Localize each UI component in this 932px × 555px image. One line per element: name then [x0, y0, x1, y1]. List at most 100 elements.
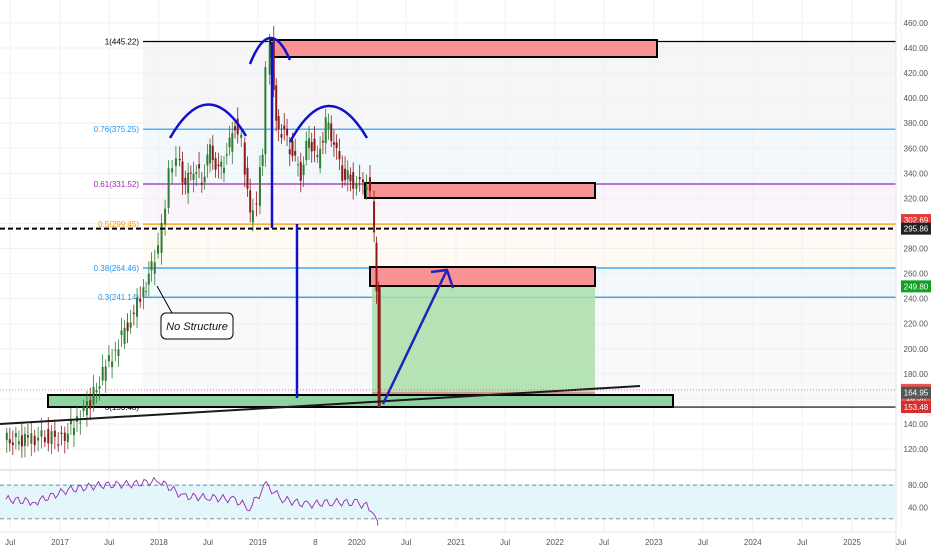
candle-body [66, 433, 69, 443]
fib-zone-lower [143, 221, 896, 268]
x-tick-label: Jul [896, 538, 906, 547]
candle-body [40, 430, 43, 437]
candle-body [310, 141, 313, 152]
candle-body [358, 177, 361, 180]
candle-body [222, 167, 225, 174]
candle-body [123, 327, 126, 344]
fib-level-label: 0.61(331.52) [94, 180, 140, 189]
candle-body [355, 183, 358, 189]
crash-candle [377, 286, 381, 408]
x-tick-label: 8 [313, 538, 318, 547]
candle-body [286, 128, 289, 136]
candle-body [142, 287, 145, 298]
y-tick-label: 320.00 [904, 194, 929, 203]
x-tick-label: Jul [401, 538, 411, 547]
candle-body [368, 177, 371, 192]
candle-body [234, 126, 237, 131]
y-tick-label: 220.00 [904, 320, 929, 329]
fib-zone-upper [143, 129, 896, 183]
y-tick-label: 200.00 [904, 345, 929, 354]
candle-body [283, 125, 286, 130]
x-tick-label: 2018 [150, 538, 168, 547]
candle-body [20, 435, 23, 447]
candle-body [43, 437, 46, 443]
candle-body [174, 158, 177, 166]
candle-body [375, 242, 378, 292]
candle-body [37, 437, 40, 441]
candle-body [72, 428, 75, 436]
candle-body [299, 161, 302, 181]
candle-body [288, 149, 291, 155]
candle-body [203, 176, 206, 183]
rsi-tick-label: 80.00 [908, 481, 929, 490]
candle-body [160, 222, 163, 253]
candle-body [277, 116, 280, 129]
candle-body [294, 151, 297, 156]
candle-body [53, 430, 56, 437]
y-tick-label: 340.00 [904, 169, 929, 178]
candle-body [341, 165, 344, 181]
candle-body [349, 174, 352, 182]
candle-body [136, 297, 139, 317]
candle-body [5, 432, 8, 441]
price-tag-label: 164.95 [904, 389, 929, 398]
candle-body [187, 172, 190, 194]
candle-body [255, 203, 258, 205]
candle-body [111, 361, 114, 368]
candle-body [264, 67, 267, 155]
candle-body [321, 140, 324, 143]
candle-body [335, 142, 338, 148]
candle-body [319, 148, 322, 169]
x-tick-label: Jul [797, 538, 807, 547]
price-tag-label: 153.48 [904, 403, 929, 412]
demand-zone [47, 394, 674, 408]
y-tick-label: 360.00 [904, 144, 929, 153]
candle-body [327, 122, 330, 129]
candle-body [308, 138, 311, 148]
candle-body [231, 132, 234, 152]
x-tick-label: 2025 [843, 538, 861, 547]
candle-body [178, 158, 181, 161]
candle-body [147, 273, 150, 285]
price-tag-label: 249.80 [904, 282, 929, 291]
x-tick-label: Jul [104, 538, 114, 547]
y-tick-label: 260.00 [904, 270, 929, 279]
candle-body [104, 366, 107, 381]
candle-body [157, 245, 160, 254]
candle-body [184, 177, 187, 185]
candle-body [30, 433, 33, 444]
candle-body [344, 168, 347, 180]
supply-zone-low [369, 266, 596, 287]
fib-level-label: 0.76(375.25) [94, 125, 140, 134]
y-tick-label: 400.00 [904, 94, 929, 103]
x-tick-label: 2017 [51, 538, 69, 547]
candle-body [167, 168, 170, 208]
candle-body [240, 134, 243, 139]
candle-body [332, 142, 335, 145]
candle-body [211, 145, 214, 161]
candle-body [346, 170, 349, 180]
candle-body [373, 201, 376, 233]
x-tick-label: Jul [5, 538, 15, 547]
fib-level-label: 0.38(264.46) [94, 264, 140, 273]
candle-body [296, 164, 299, 166]
candle-body [129, 322, 132, 328]
x-tick-label: 2021 [447, 538, 465, 547]
candle-body [60, 432, 63, 435]
candle-body [126, 322, 129, 332]
candle-body [214, 158, 217, 170]
candle-body [171, 168, 174, 173]
candle-body [14, 433, 17, 438]
candle-body [8, 439, 11, 444]
candle-body [145, 291, 148, 293]
x-tick-label: Jul [599, 538, 609, 547]
candle-body [217, 164, 220, 167]
candle-body [85, 401, 88, 416]
x-tick-label: Jul [203, 538, 213, 547]
candle-body [98, 386, 101, 389]
y-tick-label: 280.00 [904, 245, 929, 254]
candle-body [330, 123, 333, 142]
candle-body [101, 366, 104, 381]
candle-body [11, 442, 14, 446]
candle-body [17, 441, 20, 445]
